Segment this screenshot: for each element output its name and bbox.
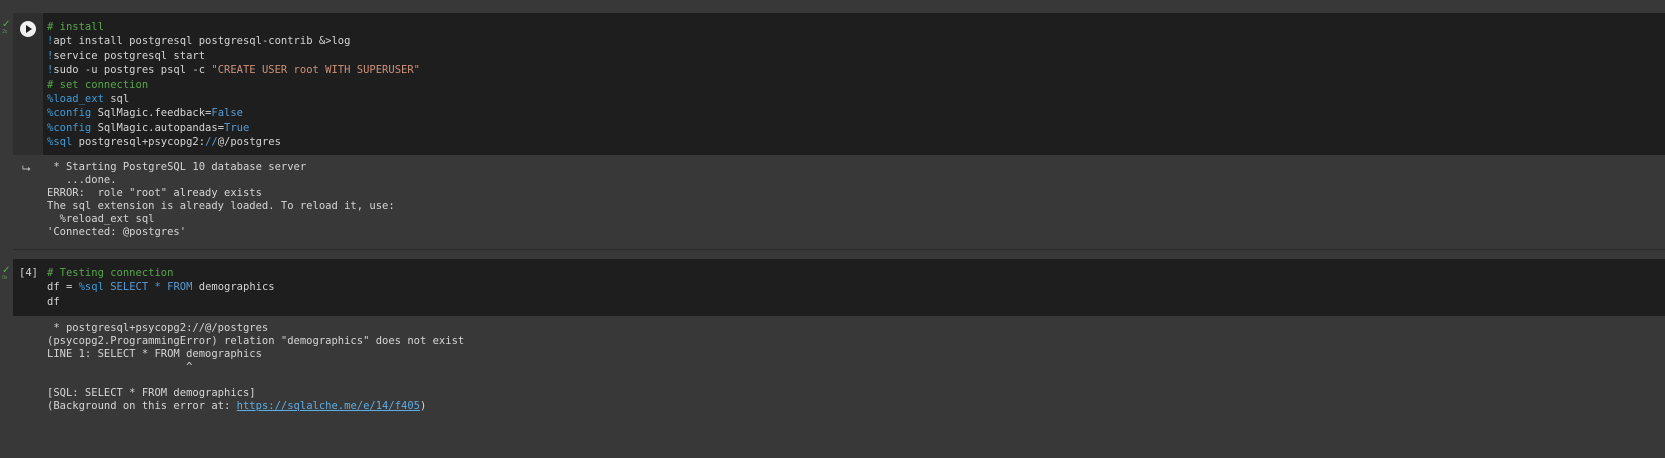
code-line[interactable]: %config SqlMagic.feedback=False bbox=[47, 106, 420, 120]
cell2-output-last-line: (Background on this error at: https://sq… bbox=[47, 400, 426, 413]
code-token: df bbox=[47, 295, 60, 308]
output-line: [SQL: SELECT * FROM demographics] bbox=[47, 387, 256, 400]
code-token: "CREATE USER root WITH SUPERUSER" bbox=[211, 64, 420, 77]
cell2-status-check-icon: ✓ 0s bbox=[2, 266, 10, 286]
code-line[interactable]: %sql postgresql+psycopg2://@/postgres bbox=[47, 135, 420, 149]
top-strip bbox=[0, 0, 1665, 13]
output-line: * postgresql+psycopg2://@/postgres bbox=[47, 322, 269, 334]
code-token: sql bbox=[103, 93, 130, 106]
clear-output-icon[interactable]: ⮡ bbox=[22, 163, 34, 174]
code-line[interactable]: !apt install postgresql postgresql-contr… bbox=[47, 34, 420, 48]
code-line[interactable]: !service postgresql start bbox=[47, 49, 420, 63]
cell2-code-editor[interactable]: # Testing connection df = %sql SELECT * F… bbox=[47, 266, 275, 309]
code-token: @/postgres bbox=[217, 136, 281, 149]
output-line: ...done. bbox=[47, 174, 117, 187]
code-token: %sql bbox=[47, 136, 73, 149]
code-token: df = bbox=[47, 281, 79, 294]
code-token: %config bbox=[47, 107, 92, 120]
cell1-output: ⮡ * Starting PostgreSQL 10 database serv… bbox=[13, 155, 1665, 249]
code-token: apt install postgresql postgresql-contri… bbox=[53, 35, 351, 48]
code-token: postgresql+psycopg2: bbox=[72, 136, 206, 149]
code-token: # install bbox=[47, 21, 104, 33]
code-token: service postgresql start bbox=[53, 49, 206, 62]
cell1-gutter bbox=[13, 13, 43, 155]
code-token: True bbox=[224, 121, 250, 134]
code-line[interactable]: !sudo -u postgres psql -c "CREATE USER r… bbox=[47, 63, 420, 77]
code-line[interactable]: df = %sql SELECT * FROM demographics bbox=[47, 280, 275, 294]
cell1-output-text: * Starting PostgreSQL 10 database server… bbox=[47, 161, 395, 240]
cell1-status-check-icon: ✓ 2s bbox=[2, 20, 10, 40]
output-line: ^ bbox=[47, 361, 193, 374]
output-line: %reload_ext sql bbox=[47, 213, 155, 226]
run-cell-icon[interactable] bbox=[20, 21, 36, 37]
code-token: %sql bbox=[78, 281, 104, 294]
code-token: %load_ext bbox=[47, 93, 104, 106]
code-token: // bbox=[205, 136, 218, 149]
code-token: %config bbox=[47, 121, 92, 134]
code-token: demographics bbox=[192, 281, 275, 294]
code-token: SqlMagic.feedback= bbox=[91, 107, 212, 120]
output-line: 'Connected: @postgres' bbox=[47, 226, 187, 239]
output-line: (psycopg2.ProgrammingError) relation "de… bbox=[47, 335, 465, 348]
execution-count[interactable]: [4] bbox=[19, 267, 38, 279]
error-background-label: (Background on this error at: bbox=[47, 400, 237, 412]
cell2-output: * postgresql+psycopg2://@/postgres (psyco… bbox=[13, 316, 1665, 458]
code-token: # Testing connection bbox=[47, 267, 174, 279]
code-line[interactable]: # install bbox=[47, 20, 420, 34]
cell1-code-editor[interactable]: # install !apt install postgresql postgre… bbox=[47, 20, 420, 150]
code-line[interactable]: # set connection bbox=[47, 78, 420, 92]
output-line: The sql extension is already loaded. To … bbox=[47, 200, 395, 213]
code-token: # set connection bbox=[47, 78, 149, 91]
code-line[interactable]: df bbox=[47, 295, 275, 309]
code-line[interactable]: %load_ext sql bbox=[47, 92, 420, 106]
output-line: ERROR: role "root" already exists bbox=[47, 187, 262, 200]
code-token: sudo -u postgres psql -c bbox=[53, 64, 212, 77]
error-docs-link[interactable]: https://sqlalche.me/e/14/f405 bbox=[237, 400, 420, 412]
output-line: LINE 1: SELECT * FROM demographics bbox=[47, 348, 262, 361]
output-line: * Starting PostgreSQL 10 database server bbox=[47, 161, 307, 173]
code-token: SqlMagic.autopandas= bbox=[91, 121, 225, 134]
cell1-code[interactable]: # install !apt install postgresql postgre… bbox=[13, 13, 1665, 155]
cell2-code[interactable]: [4] # Testing connection df = %sql SELECT… bbox=[13, 259, 1665, 316]
code-token: SELECT * FROM bbox=[103, 281, 193, 294]
code-line[interactable]: %config SqlMagic.autopandas=True bbox=[47, 121, 420, 135]
cell2-gutter: [4] bbox=[13, 259, 43, 316]
cell2-output-text: * postgresql+psycopg2://@/postgres (psyco… bbox=[47, 322, 464, 401]
code-line[interactable]: # Testing connection bbox=[47, 266, 275, 280]
code-token: False bbox=[211, 107, 243, 120]
error-background-suffix: ) bbox=[419, 400, 427, 412]
cell-divider bbox=[13, 249, 1665, 250]
